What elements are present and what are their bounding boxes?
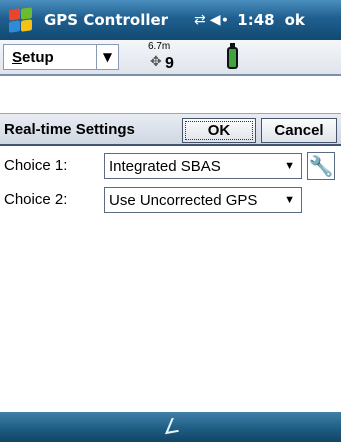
battery-icon xyxy=(227,43,238,69)
chevron-down-icon: ▼ xyxy=(284,160,295,172)
choice-2-select[interactable]: Use Uncorrected GPS ▼ xyxy=(104,187,302,213)
satellite-count: 9 xyxy=(165,55,174,72)
soft-key-bar: ∠ xyxy=(0,412,341,442)
settings-title: Real-time Settings xyxy=(4,121,135,138)
status-strip xyxy=(0,78,341,114)
ok-button[interactable]: OK xyxy=(182,118,256,143)
choice-1-label: Choice 1: xyxy=(4,157,68,174)
choice-2-value: Use Uncorrected GPS xyxy=(109,191,258,209)
chevron-down-icon[interactable]: ▼ xyxy=(96,45,118,69)
choice-1-select[interactable]: Integrated SBAS ▼ xyxy=(104,153,302,179)
choice-1-value: Integrated SBAS xyxy=(109,157,221,175)
network-sync-icon[interactable]: ⇄ xyxy=(194,12,206,28)
gps-status: 6.7m ✥ 9 xyxy=(148,41,184,75)
settings-header: Real-time Settings OK Cancel xyxy=(0,114,341,146)
keyboard-input-icon[interactable]: ∠ xyxy=(158,412,184,441)
app-title: GPS Controller xyxy=(44,11,169,29)
start-menu-icon[interactable] xyxy=(6,5,36,35)
title-ok-button[interactable]: ok xyxy=(285,11,305,29)
choice-2-label: Choice 2: xyxy=(4,191,68,208)
satellite-icon: ✥ xyxy=(150,54,162,70)
setup-menu[interactable]: Setup ▼ xyxy=(3,44,119,70)
speaker-icon[interactable]: ◀∙ xyxy=(210,12,230,28)
clock[interactable]: 1:48 xyxy=(237,11,274,29)
title-bar: GPS Controller ⇄ ◀∙ 1:48 ok xyxy=(0,0,341,40)
setup-menu-label: Setup xyxy=(12,48,54,66)
cancel-button[interactable]: Cancel xyxy=(261,118,337,143)
chevron-down-icon: ▼ xyxy=(284,194,295,206)
accuracy-readout: 6.7m xyxy=(148,41,171,52)
wrench-icon[interactable]: 🔧 xyxy=(307,152,335,180)
